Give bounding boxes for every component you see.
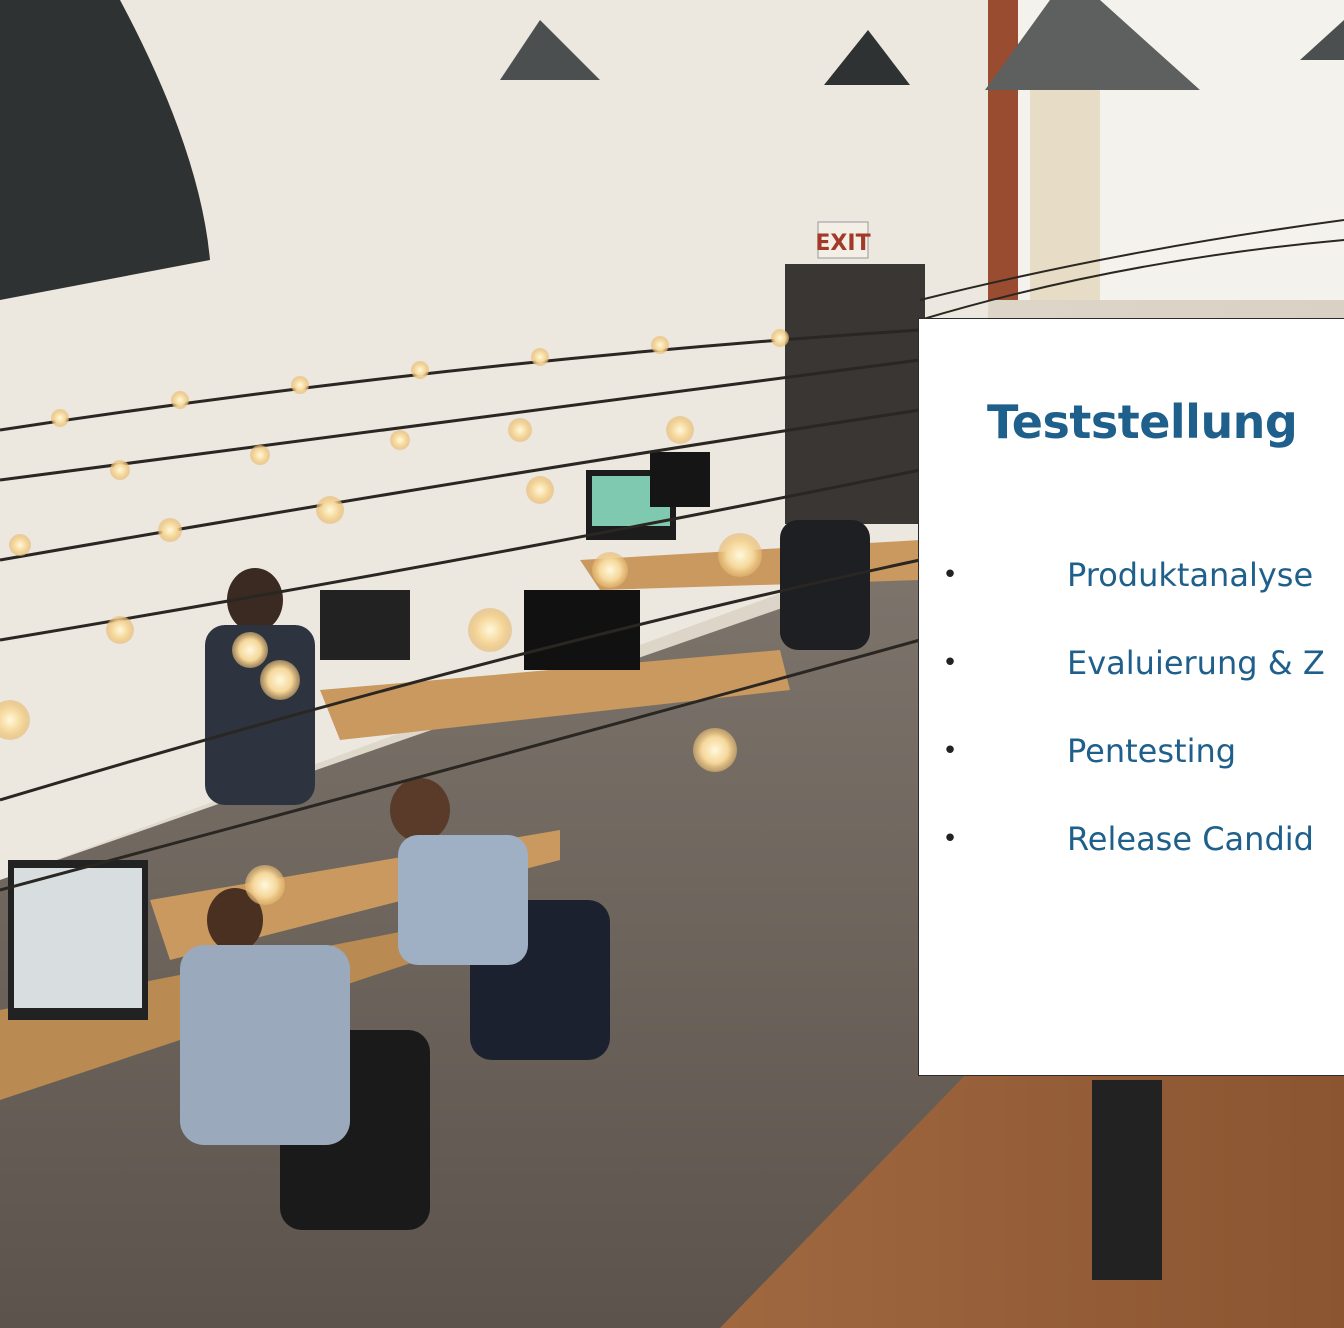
bullet-icon: • [942, 824, 958, 854]
list-item-text: Produktanalyse [1067, 556, 1314, 594]
list-item: • Pentesting [942, 731, 1325, 819]
exit-sign-text: EXIT [815, 231, 870, 256]
list-item-text: Evaluierung & Z [1067, 644, 1325, 682]
list-item: • Evaluierung & Z [942, 643, 1325, 731]
list-item: • Release Candid [942, 819, 1325, 907]
card-title: Teststellung [987, 395, 1298, 449]
bullet-icon: • [942, 648, 958, 678]
bullet-icon: • [942, 560, 958, 590]
bullet-icon: • [942, 736, 958, 766]
content-card: Teststellung • Produktanalyse • Evaluier… [918, 318, 1344, 1076]
bullet-list: • Produktanalyse • Evaluierung & Z • Pen… [942, 555, 1325, 907]
list-item: • Produktanalyse [942, 555, 1325, 643]
list-item-text: Pentesting [1067, 732, 1237, 770]
list-item-text: Release Candid [1067, 820, 1314, 858]
